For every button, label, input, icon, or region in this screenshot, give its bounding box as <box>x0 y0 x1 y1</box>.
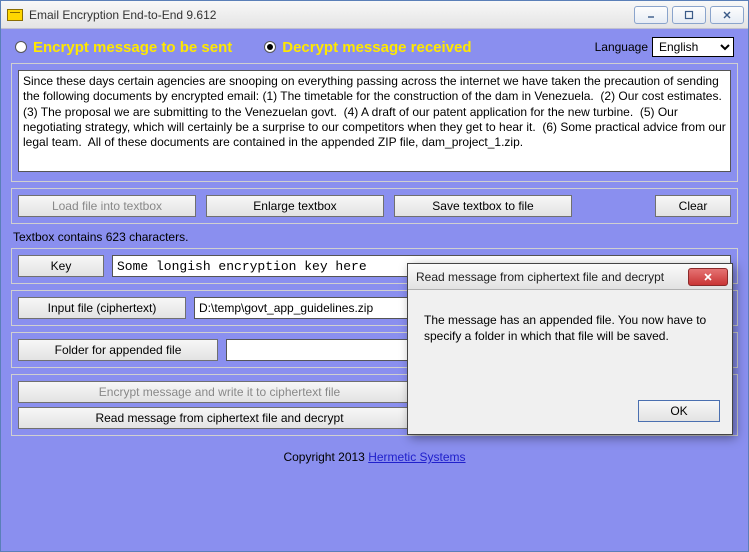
footer-link[interactable]: Hermetic Systems <box>368 450 465 464</box>
enlarge-textbox-button[interactable]: Enlarge textbox <box>206 195 384 217</box>
load-file-button[interactable]: Load file into textbox <box>18 195 196 217</box>
toolbar-group: Load file into textbox Enlarge textbox S… <box>11 188 738 224</box>
window-controls <box>634 6 744 24</box>
message-dialog: Read message from ciphertext file and de… <box>407 263 733 435</box>
minimize-button[interactable] <box>634 6 668 24</box>
radio-decrypt-label: Decrypt message received <box>282 39 471 56</box>
maximize-button[interactable] <box>672 6 706 24</box>
toolbar-row: Load file into textbox Enlarge textbox S… <box>18 195 731 217</box>
window-title: Email Encryption End-to-End 9.612 <box>29 8 634 22</box>
status-text: Textbox contains 623 characters. <box>13 230 736 244</box>
folder-label: Folder for appended file <box>18 339 218 361</box>
dialog-footer: OK <box>408 400 732 434</box>
app-window: Email Encryption End-to-End 9.612 Encryp… <box>0 0 749 552</box>
close-button[interactable] <box>710 6 744 24</box>
radio-icon <box>15 41 27 53</box>
client-area: Encrypt message to be sent Decrypt messa… <box>1 29 748 551</box>
language-label: Language <box>595 40 648 54</box>
save-textbox-button[interactable]: Save textbox to file <box>394 195 572 217</box>
dialog-close-button[interactable] <box>688 268 728 286</box>
footer: Copyright 2013 Hermetic Systems <box>11 442 738 466</box>
language-select[interactable]: English <box>652 37 734 57</box>
dialog-title: Read message from ciphertext file and de… <box>416 270 664 284</box>
copyright-text: Copyright 2013 <box>283 450 368 464</box>
textbox-group: Since these days certain agencies are sn… <box>11 63 738 182</box>
radio-decrypt[interactable]: Decrypt message received <box>264 39 471 56</box>
dialog-body: The message has an appended file. You no… <box>408 290 732 400</box>
dialog-titlebar: Read message from ciphertext file and de… <box>408 264 732 290</box>
mode-row: Encrypt message to be sent Decrypt messa… <box>11 35 738 63</box>
encrypt-write-button[interactable]: Encrypt message and write it to cipherte… <box>18 381 421 403</box>
app-icon <box>7 9 23 21</box>
read-decrypt-button[interactable]: Read message from ciphertext file and de… <box>18 407 421 429</box>
language-wrap: Language English <box>595 37 734 57</box>
clear-button[interactable]: Clear <box>655 195 731 217</box>
radio-encrypt[interactable]: Encrypt message to be sent <box>15 39 232 56</box>
dialog-ok-button[interactable]: OK <box>638 400 720 422</box>
key-label: Key <box>18 255 104 277</box>
radio-icon <box>264 41 276 53</box>
titlebar: Email Encryption End-to-End 9.612 <box>1 1 748 29</box>
input-file-label: Input file (ciphertext) <box>18 297 186 319</box>
radio-encrypt-label: Encrypt message to be sent <box>33 39 232 56</box>
message-textbox[interactable]: Since these days certain agencies are sn… <box>18 70 731 172</box>
